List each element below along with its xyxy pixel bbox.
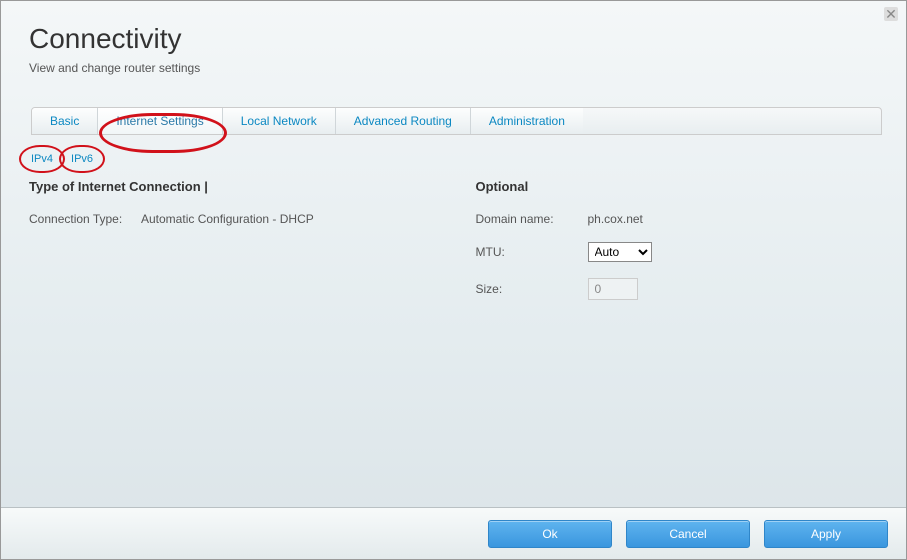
tab-basic[interactable]: Basic [32, 108, 98, 134]
tab-advanced-routing[interactable]: Advanced Routing [336, 108, 471, 134]
right-column: Optional Domain name: ph.cox.net MTU: Au… [432, 175, 879, 316]
apply-button[interactable]: Apply [764, 520, 888, 548]
label-mtu: MTU: [476, 245, 588, 259]
subtab-ipv6-label: IPv6 [71, 153, 93, 165]
section-title-connection-type: Type of Internet Connection | [29, 179, 432, 194]
page-title: Connectivity [29, 23, 878, 55]
tab-internet-settings[interactable]: Internet Settings [98, 108, 222, 134]
row-mtu: MTU: Auto [476, 242, 879, 262]
ok-button[interactable]: Ok [488, 520, 612, 548]
select-mtu[interactable]: Auto [588, 242, 652, 262]
subtab-ipv6[interactable]: IPv6 [67, 151, 97, 167]
subtab-ipv4[interactable]: IPv4 [27, 151, 57, 167]
page-subtitle: View and change router settings [29, 61, 878, 75]
content-body: Type of Internet Connection | Connection… [1, 173, 906, 316]
input-size [588, 278, 638, 300]
tab-local-network[interactable]: Local Network [223, 108, 336, 134]
value-domain-name: ph.cox.net [588, 212, 643, 226]
main-tabs: Basic Internet Settings Local Network Ad… [31, 107, 882, 135]
close-icon[interactable]: ✕ [884, 7, 898, 21]
left-column: Type of Internet Connection | Connection… [29, 175, 432, 316]
label-size: Size: [476, 282, 588, 296]
header: Connectivity View and change router sett… [1, 1, 906, 85]
sub-tabs: IPv4 IPv6 [27, 151, 906, 167]
section-title-optional: Optional [476, 179, 879, 194]
label-domain-name: Domain name: [476, 212, 588, 226]
subtab-ipv4-label: IPv4 [31, 153, 53, 165]
row-connection-type: Connection Type: Automatic Configuration… [29, 212, 432, 226]
row-domain-name: Domain name: ph.cox.net [476, 212, 879, 226]
tab-administration[interactable]: Administration [471, 108, 583, 134]
connectivity-window: ✕ Connectivity View and change router se… [0, 0, 907, 560]
cancel-button[interactable]: Cancel [626, 520, 750, 548]
value-connection-type: Automatic Configuration - DHCP [141, 212, 314, 226]
row-size: Size: [476, 278, 879, 300]
footer: Ok Cancel Apply [1, 507, 906, 559]
label-connection-type: Connection Type: [29, 212, 141, 226]
